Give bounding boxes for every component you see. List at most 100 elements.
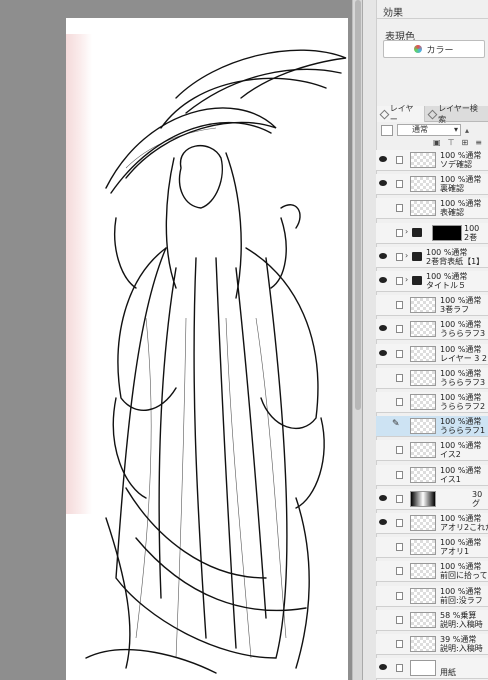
layer-checkbox[interactable] [396, 349, 403, 358]
layer-name: うららラフ2 [440, 402, 486, 411]
layer-row[interactable]: 100 %通常 レイヤー 3 2 [376, 343, 488, 365]
layer-name: アオリ2これかな [440, 523, 488, 532]
layer-checkbox[interactable] [396, 277, 403, 285]
layer-checkbox[interactable] [396, 519, 403, 527]
layer-row[interactable]: 100 %通常前回に拾ってる [376, 561, 488, 583]
layer-checkbox[interactable] [396, 664, 403, 673]
layer-checkbox[interactable] [396, 180, 403, 189]
layer-name: うららラフ3 2 [440, 329, 488, 339]
layer-thumbnail [410, 176, 436, 193]
layer-row[interactable]: 30 グ [376, 488, 488, 510]
layer-thumbnail [410, 466, 436, 483]
color-mode-button[interactable]: カラー [383, 40, 485, 58]
visibility-eye-icon[interactable] [379, 156, 387, 162]
layer-row[interactable]: › 100 %通常 2巻背表紙【1】 [376, 246, 488, 268]
layer-checkbox[interactable] [396, 567, 403, 576]
layer-name: イス2 [440, 450, 461, 460]
scrollbar-thumb[interactable] [355, 0, 361, 410]
layer-checkbox[interactable] [396, 301, 403, 310]
chevron-right-icon[interactable]: › [405, 275, 408, 284]
layer-row[interactable]: 100 %通常 表確認 [376, 198, 488, 220]
layer-row[interactable]: › 100 %通常 タイトル５ [376, 271, 488, 292]
layer-name: うららラフ1 [440, 426, 486, 436]
paper-thumbnail [410, 660, 436, 677]
layer-name: イス1 [440, 474, 461, 484]
layer-checkbox[interactable] [396, 156, 403, 164]
layer-row[interactable]: 100 %通常 前回:没ラフ [376, 585, 488, 607]
canvas-area[interactable] [0, 0, 362, 680]
effect-section: 効果 表現色 カラー [377, 0, 488, 100]
layer-name: うららラフ3 [440, 377, 486, 387]
layer-checkbox[interactable] [396, 543, 403, 552]
reference-icon[interactable]: ⊞ [462, 138, 469, 150]
layer-row[interactable]: › 100 2巻 [376, 222, 488, 244]
layer-name: 前回:没ラフ [440, 595, 483, 605]
visibility-eye-icon[interactable] [379, 519, 387, 525]
layer-row[interactable]: 100 %通常 アオリ1 [376, 537, 488, 559]
layer-row[interactable]: 100 %通常 3巻ラフ [376, 295, 488, 317]
lock-icon[interactable]: ▣ [433, 138, 441, 150]
layer-checkbox[interactable] [396, 470, 403, 479]
layer-row[interactable]: 100 %通常 うららラフ2 [376, 392, 488, 413]
layer-checkbox[interactable] [396, 494, 403, 503]
layer-row[interactable]: ✎ 100 %通常 うららラフ1 [376, 416, 488, 438]
layer-row[interactable]: 100 %通常 うららラフ3 2 [376, 319, 488, 341]
visibility-eye-icon[interactable] [379, 180, 387, 187]
layer-list: 100 %通常 ソデ確認 100 %通常 裏確認 100 %通常 表確認 › 100 2巻 › 10… [376, 150, 488, 680]
layer-checkbox[interactable] [396, 252, 403, 261]
visibility-eye-icon[interactable] [379, 325, 387, 332]
blend-mode-select[interactable]: 通常 [397, 124, 461, 136]
blend-bar: 通常 ▴ [377, 122, 488, 138]
layer-checkbox[interactable] [396, 615, 403, 624]
layer-thumbnail [410, 321, 436, 338]
canvas-vertical-scrollbar[interactable] [352, 0, 362, 680]
layer-row[interactable]: 100 %通常 イス2 [376, 440, 488, 462]
canvas-paper[interactable] [66, 18, 348, 680]
tab-layer[interactable]: レイヤー [377, 104, 426, 124]
search-layer-icon [427, 109, 438, 119]
layer-color-swatch[interactable] [381, 124, 393, 136]
layer-thumbnail [410, 539, 436, 556]
layer-thumbnail [410, 611, 436, 628]
visibility-eye-icon[interactable] [379, 664, 387, 671]
folder-icon [412, 227, 422, 237]
scroll-up-icon[interactable]: ▴ [465, 126, 469, 135]
chevron-right-icon[interactable]: › [405, 227, 408, 236]
layer-thumbnail [410, 152, 436, 168]
divider [377, 18, 488, 19]
layer-name: 前回に拾ってる [440, 571, 488, 581]
layer-checkbox[interactable] [396, 591, 403, 600]
layer-row[interactable]: 100 %通常 ソデ確認 [376, 150, 488, 171]
layer-row[interactable]: 用紙 [376, 658, 488, 680]
layer-thumbnail [410, 442, 436, 459]
layer-checkbox[interactable] [396, 640, 403, 648]
effect-title: 効果 [383, 8, 403, 19]
layer-checkbox[interactable] [396, 446, 403, 455]
layer-row[interactable]: 39 %通常 説明:入稿時 [376, 634, 488, 655]
visibility-eye-icon[interactable] [379, 494, 387, 501]
layer-row[interactable]: 58 %乗算 説明:入稿時 [376, 609, 488, 631]
layer-checkbox[interactable] [396, 398, 403, 406]
layer-thumbnail [410, 394, 436, 410]
panel-gutter [363, 0, 377, 680]
layer-row[interactable]: 100 %通常 うららラフ3 [376, 367, 488, 389]
clip-icon[interactable]: ⊤ [448, 138, 455, 150]
layer-row[interactable]: 100 %通常アオリ2これかな [376, 513, 488, 534]
visibility-eye-icon[interactable] [379, 277, 387, 283]
layer-checkbox[interactable] [396, 325, 403, 334]
layer-name: 表確認 [440, 208, 464, 218]
layer-checkbox[interactable] [396, 204, 403, 213]
menu-icon[interactable]: ≡ [475, 138, 482, 150]
layer-checkbox[interactable] [396, 373, 403, 382]
chevron-right-icon[interactable]: › [405, 251, 408, 260]
layer-row[interactable]: 100 %通常 イス1 [376, 464, 488, 486]
visibility-eye-icon[interactable] [379, 349, 387, 356]
layer-checkbox[interactable] [396, 228, 403, 237]
layer-thumbnail [410, 587, 436, 604]
layer-row[interactable]: 100 %通常 裏確認 [376, 174, 488, 196]
layer-name: レイヤー 3 2 [440, 353, 488, 363]
tab-layer-search[interactable]: レイヤー検索 [425, 104, 488, 124]
visibility-eye-icon[interactable] [379, 252, 387, 259]
layer-thumbnail [410, 515, 436, 531]
layer-tabbar: レイヤー レイヤー検索 [377, 104, 488, 124]
